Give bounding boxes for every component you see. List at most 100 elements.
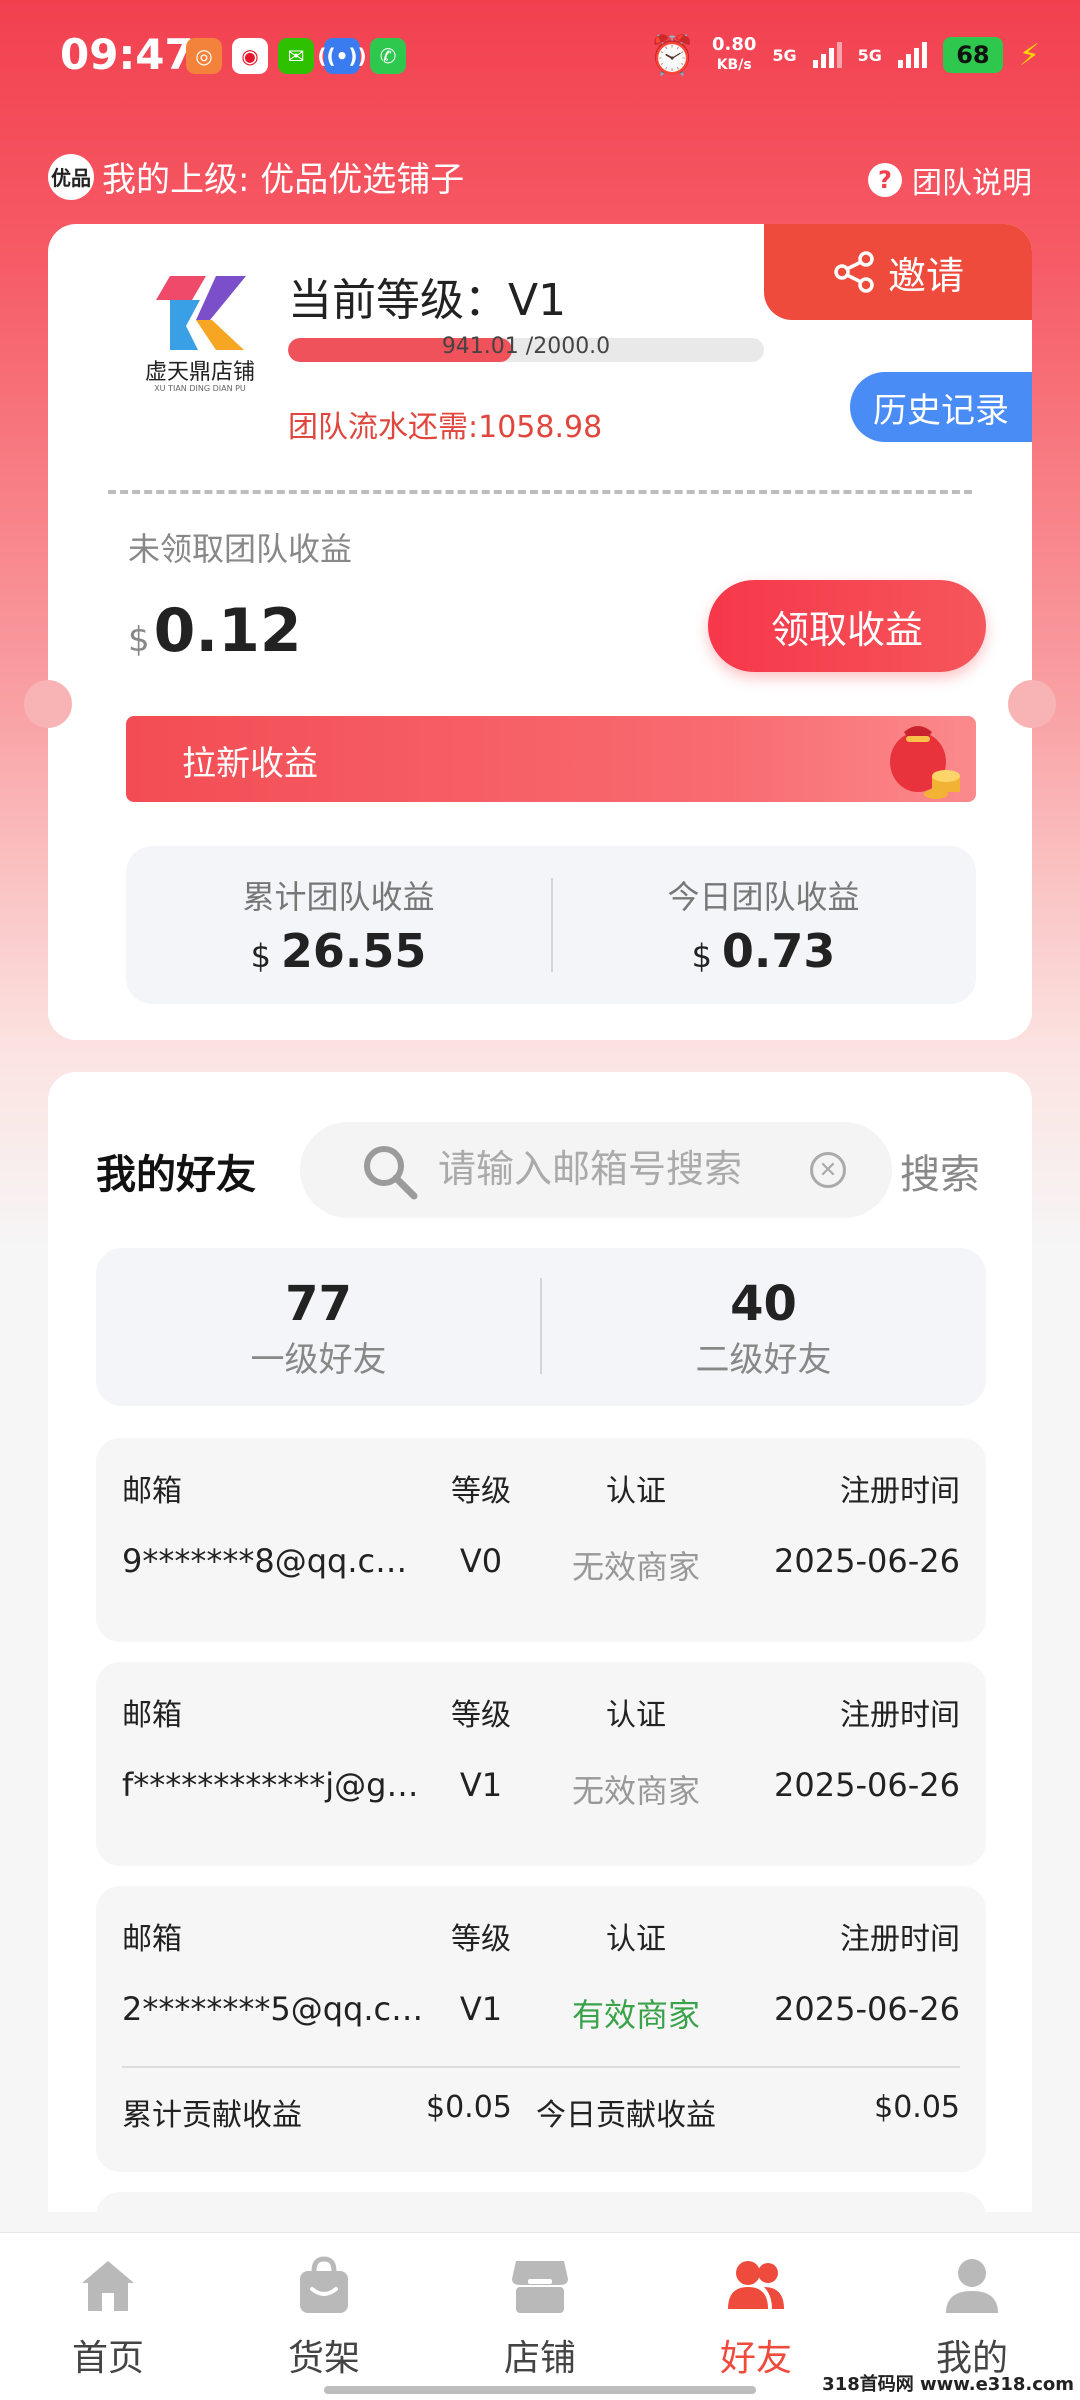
search-button[interactable]: 搜索 <box>900 1142 980 1200</box>
level-progress-text: 941.01 /2000.0 <box>441 334 611 359</box>
history-button[interactable]: 历史记录 <box>850 372 1032 442</box>
today-team-earnings-value: 0.73 <box>721 924 836 978</box>
team-flow-needed: 团队流水还需:1058.98 <box>288 410 603 445</box>
search-icon <box>364 1146 418 1200</box>
level2-friends[interactable]: 40 二级好友 <box>541 1276 986 1381</box>
status-right: ⏰ 0.80 KB/s 5G 5G 68 ⚡ <box>649 30 1040 80</box>
watermark: 318首码网 www.e318.com <box>822 2374 1074 2395</box>
weibo-icon: ◉ <box>232 38 268 74</box>
search-box: ✕ <box>300 1122 892 1218</box>
question-icon: ? <box>868 163 902 197</box>
friend-record[interactable]: 邮箱 等级 认证 注册时间 9*******8@qq.c… V0 无效商家 20… <box>96 1438 986 1642</box>
superior-avatar: 优品 <box>48 153 94 200</box>
claim-earnings-button[interactable]: 领取收益 <box>708 580 986 672</box>
header-level: 等级 <box>451 1922 511 1957</box>
wechat-icon: ✉ <box>278 38 314 74</box>
search-input[interactable] <box>438 1144 798 1194</box>
current-level: 当前等级：V1 <box>288 275 567 326</box>
ticket-notch-right <box>1008 680 1056 728</box>
superior-row: 优品 我的上级: 优品优选铺子 <box>48 152 464 201</box>
record-level: V0 <box>459 1542 503 1580</box>
record-date: 2025-06-26 <box>774 1990 960 2028</box>
header-date: 注册时间 <box>840 1698 960 1733</box>
status-bar: 09:47 ◎ ◉ ✉ ((•)) ✆ ⏰ 0.80 KB/s 5G 5G 68… <box>0 0 1080 110</box>
total-team-earnings-label: 累计团队收益 <box>242 878 435 916</box>
record-date: 2025-06-26 <box>774 1542 960 1580</box>
store-icon <box>512 2261 568 2313</box>
superior-text: 我的上级: 优品优选铺子 <box>102 160 465 200</box>
battery-indicator: 68 <box>942 37 1003 73</box>
alarm-icon: ⏰ <box>648 32 696 77</box>
nav-shelf[interactable]: 货架 <box>216 2253 432 2381</box>
record-mail: 2********5@qq.c… <box>122 1990 424 2028</box>
today-contrib-label: 今日贡献收益 <box>536 2098 716 2133</box>
ticket-notch-left <box>24 680 72 728</box>
nav-store[interactable]: 店铺 <box>432 2253 648 2381</box>
clear-icon[interactable]: ✕ <box>810 1152 846 1188</box>
total-team-earnings-value: 26.55 <box>280 924 427 978</box>
record-auth: 有效商家 <box>571 1996 700 2034</box>
record-divider <box>122 2066 960 2068</box>
net-speed-value: 0.80 <box>711 34 757 55</box>
unclaimed-label: 未领取团队收益 <box>128 530 353 568</box>
total-contrib-value: $0.05 <box>426 2090 512 2125</box>
level1-friends[interactable]: 77 一级好友 <box>96 1276 541 1381</box>
friend-record[interactable]: 邮箱 等级 认证 注册时间 2********5@qq.c… V1 有效商家 2… <box>96 1886 986 2172</box>
bag-icon <box>300 2256 348 2313</box>
friend-counts: 77 一级好友 40 二级好友 <box>96 1248 986 1406</box>
app-notification-icon: ◎ <box>186 38 222 74</box>
record-date: 2025-06-26 <box>774 1766 960 1804</box>
invite-label: 邀请 <box>887 253 964 298</box>
signal-app-icon: ((•)) <box>317 38 367 74</box>
nav-friends[interactable]: 好友 <box>648 2253 864 2381</box>
record-level: V1 <box>459 1990 503 2028</box>
record-level: V1 <box>459 1766 503 1804</box>
today-currency: $ <box>691 937 712 975</box>
today-team-earnings-label: 今日团队收益 <box>667 878 860 916</box>
record-auth: 无效商家 <box>571 1548 700 1586</box>
friend-record[interactable]: 邮箱 等级 认证 注册时间 f************j@g… V1 无效商家 … <box>96 1662 986 1866</box>
store-logo: 虚天鼎店铺 XU TIAN DING DIAN PU <box>120 266 280 406</box>
friends-icon <box>728 2261 784 2309</box>
header-level: 等级 <box>451 1698 511 1733</box>
friend-record[interactable] <box>96 2192 986 2212</box>
friends-card: 我的好友 ✕ 搜索 77 一级好友 40 二级好友 邮箱 等级 认证 注册时间 … <box>48 1072 1032 2212</box>
level1-count: 77 <box>285 1276 352 1332</box>
level1-label: 一级好友 <box>250 1340 387 1380</box>
nav-home[interactable]: 首页 <box>0 2253 216 2381</box>
unclaimed-value: 0.12 <box>153 596 302 666</box>
total-contrib-label: 累计贡献收益 <box>122 2098 302 2133</box>
newbie-earnings-label: 拉新收益 <box>182 744 318 784</box>
home-icon <box>82 2261 134 2311</box>
total-team-earnings: 累计团队收益 $26.55 <box>126 872 551 978</box>
store-logo-pinyin: XU TIAN DING DIAN PU <box>154 384 246 393</box>
status-time: 09:47 <box>60 30 194 79</box>
nav-profile[interactable]: 我的 <box>864 2253 1080 2381</box>
signal-bars-1-icon <box>812 42 842 68</box>
header-date: 注册时间 <box>840 1922 960 1957</box>
team-help-link[interactable]: ? 团队说明 <box>868 158 1032 202</box>
header-auth: 认证 <box>606 1474 666 1509</box>
net-speed-unit: KB/s <box>716 57 752 73</box>
record-mail: f************j@g… <box>122 1766 419 1804</box>
header-mail: 邮箱 <box>122 1474 182 1509</box>
dashed-divider <box>108 490 972 494</box>
team-level-card: 虚天鼎店铺 XU TIAN DING DIAN PU 当前等级：V1 941.0… <box>24 224 1056 1040</box>
signal-label-1: 5G <box>772 45 797 65</box>
signal-label-2: 5G <box>857 45 882 65</box>
header-mail: 邮箱 <box>122 1922 182 1957</box>
level2-label: 二级好友 <box>695 1340 832 1380</box>
header-auth: 认证 <box>606 1698 666 1733</box>
header-date: 注册时间 <box>840 1474 960 1509</box>
record-mail: 9*******8@qq.c… <box>122 1542 408 1580</box>
team-help-label: 团队说明 <box>912 166 1032 201</box>
total-currency: $ <box>250 937 271 975</box>
invite-button[interactable]: 邀请 <box>764 224 1032 320</box>
today-contrib-value: $0.05 <box>874 2090 960 2125</box>
unclaimed-amount: $ 0.12 <box>128 596 302 666</box>
header-level: 等级 <box>451 1474 511 1509</box>
team-earnings-stats: 累计团队收益 $26.55 今日团队收益 $0.73 <box>126 846 976 1004</box>
newbie-earnings-banner[interactable]: 拉新收益 <box>126 716 976 802</box>
home-indicator[interactable] <box>324 2386 756 2394</box>
header-auth: 认证 <box>606 1922 666 1957</box>
